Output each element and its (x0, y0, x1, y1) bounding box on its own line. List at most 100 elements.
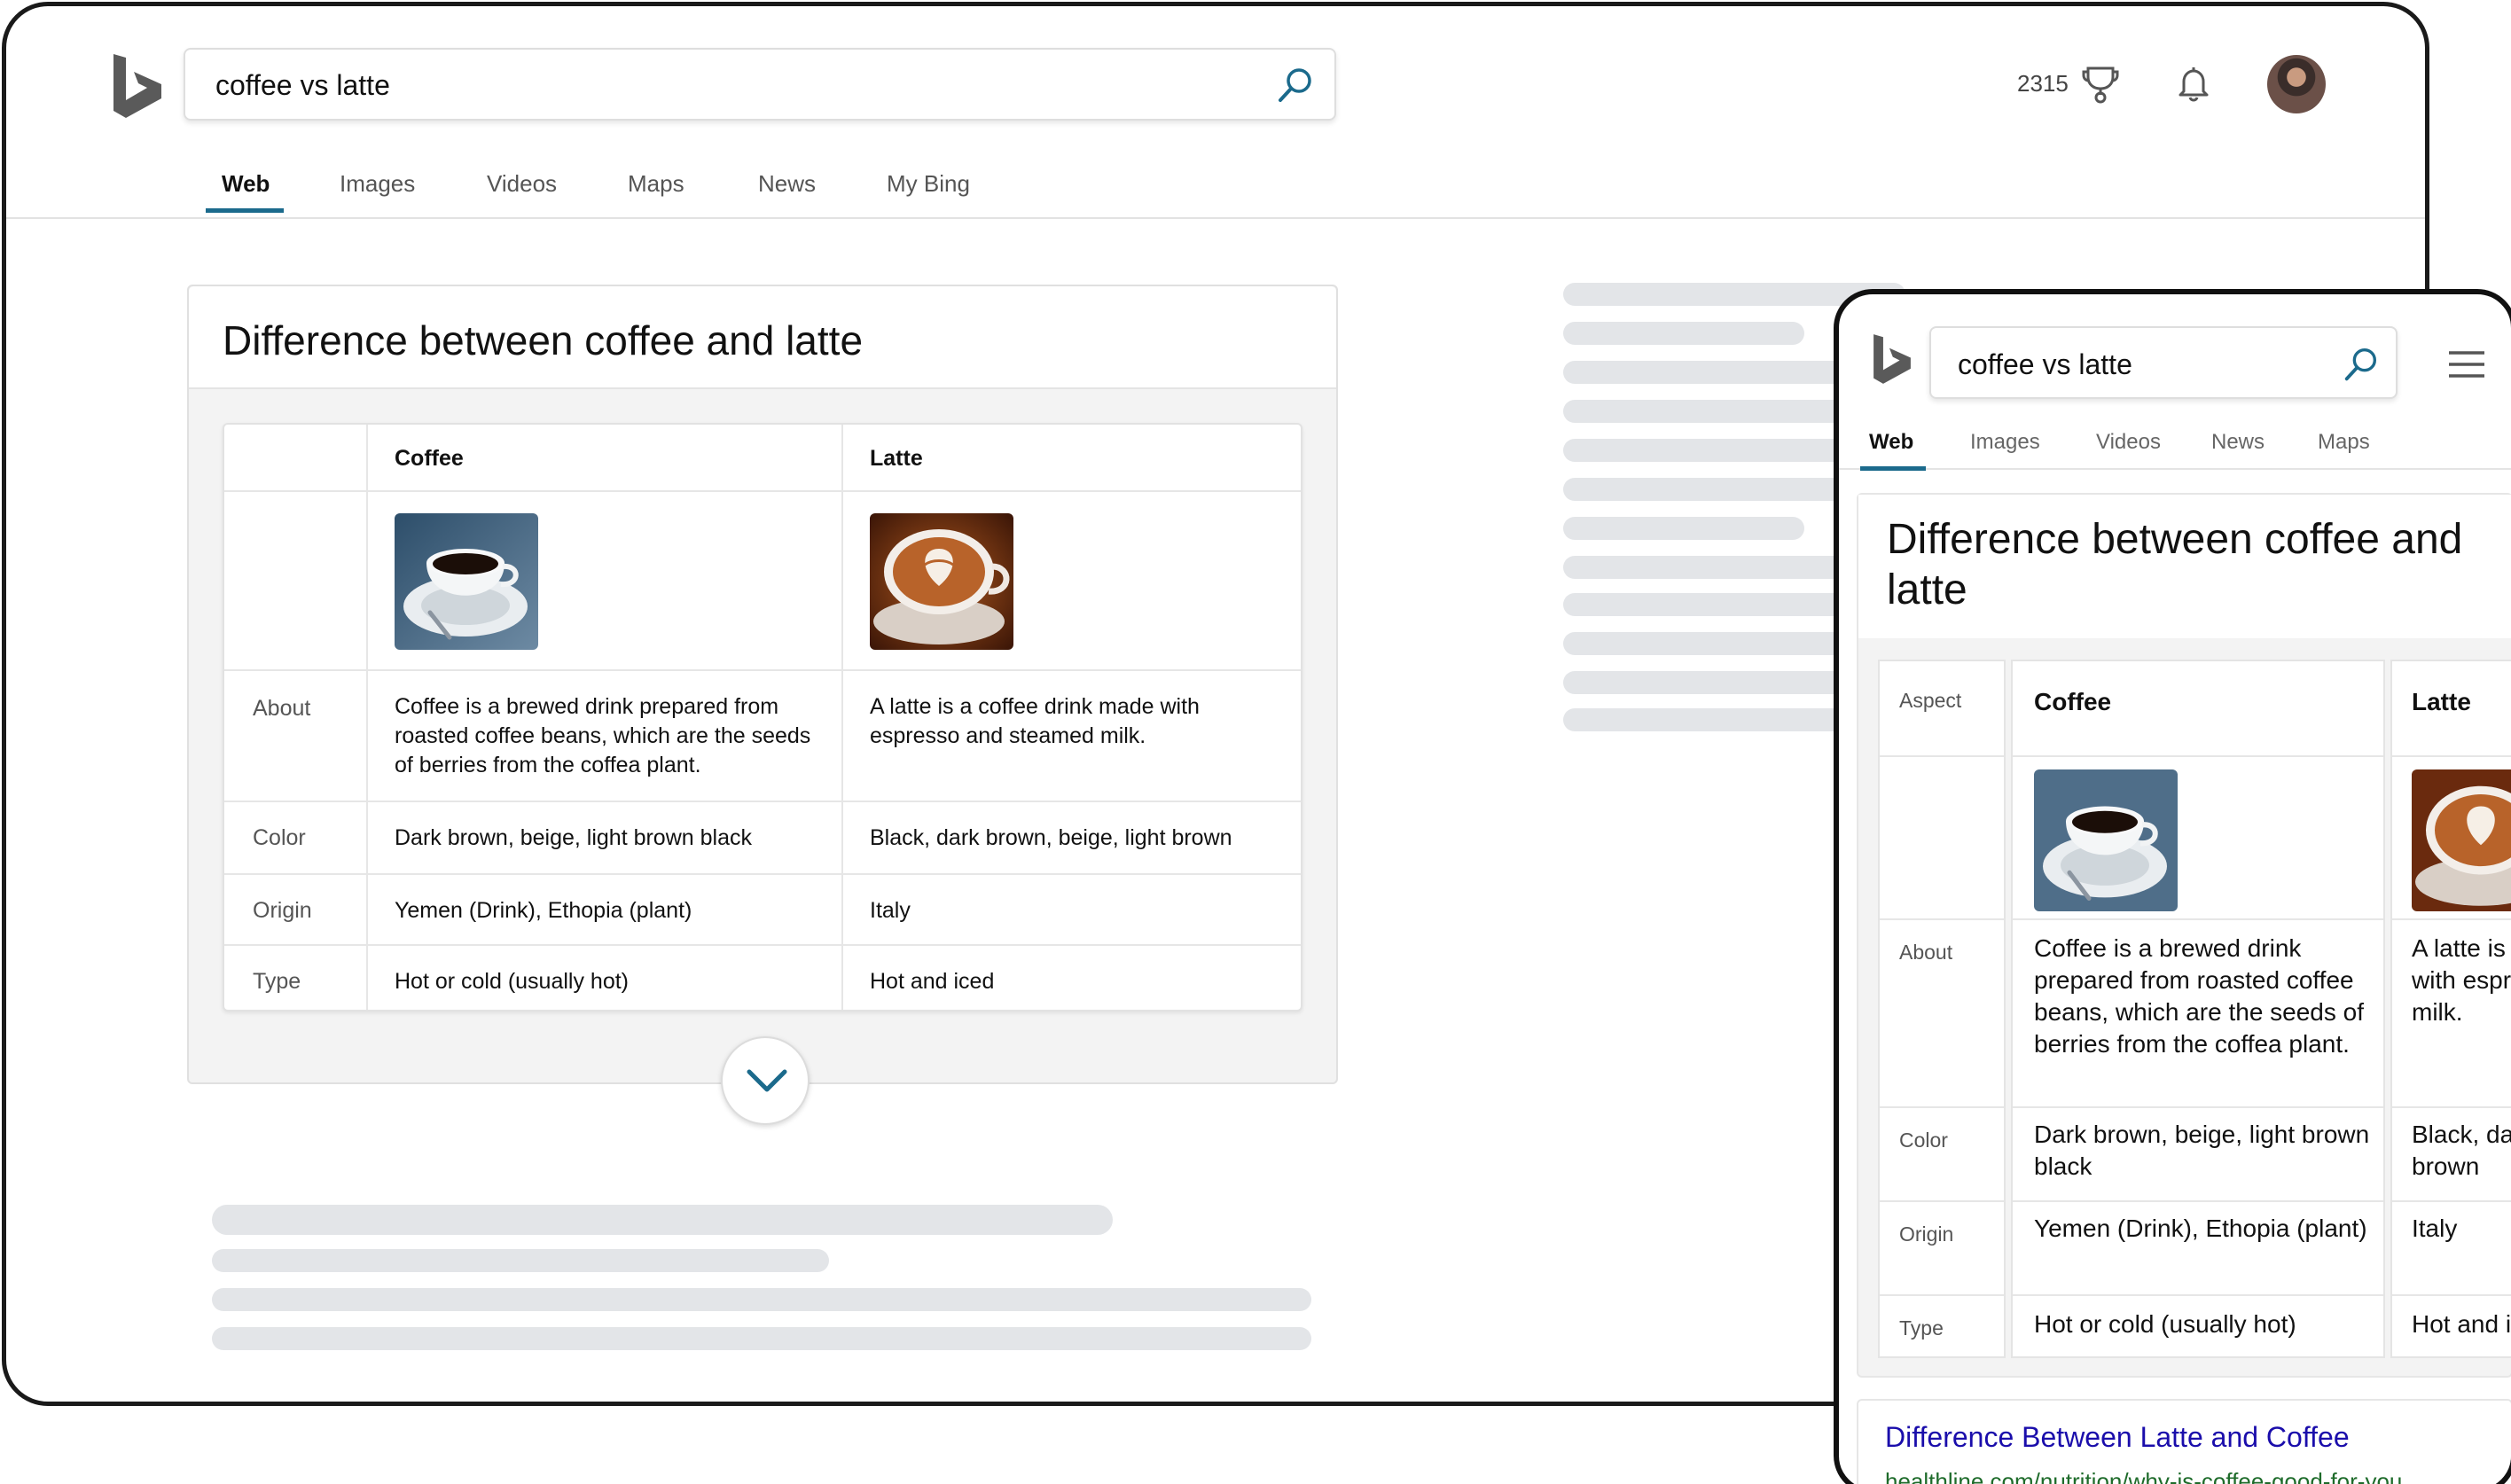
card-header: Difference between coffee and latte (1858, 495, 2511, 638)
tab-maps[interactable]: Maps (628, 169, 684, 198)
tab-news[interactable]: News (758, 169, 816, 198)
row-divider (1880, 1294, 2004, 1296)
about-latte: A latte is a coffee drink made with espr… (2412, 934, 2511, 1026)
type-coffee: Hot or cold (usually hot) (2034, 1310, 2296, 1338)
row-divider (2013, 755, 2383, 757)
tab-news[interactable]: News (2211, 429, 2265, 456)
bing-logo-icon[interactable] (1871, 332, 1913, 387)
tab-web[interactable]: Web (222, 169, 270, 198)
tab-videos[interactable]: Videos (487, 169, 557, 198)
row-divider (2013, 1200, 2383, 1202)
row-label-color: Color (1899, 1129, 1948, 1152)
row-label-type: Type (1899, 1316, 1944, 1340)
color-coffee: Dark brown, beige, light brown black (395, 825, 752, 850)
tab-web[interactable]: Web (1869, 429, 1913, 456)
row-divider (2392, 755, 2511, 757)
row-label-type: Type (253, 969, 301, 994)
about-coffee: Coffee is a brewed drink prepared from r… (395, 694, 811, 777)
active-tab-indicator (1860, 466, 1926, 471)
column-header-latte: Latte (870, 446, 923, 471)
table-header-row: Coffee Latte (224, 425, 1301, 492)
card-title: Difference between coffee and latte (223, 317, 864, 363)
avatar[interactable] (2267, 55, 2326, 113)
result-link[interactable]: Difference Between Latte and Coffee (1885, 1420, 2350, 1454)
active-tab-indicator (206, 208, 284, 213)
latte-image[interactable] (870, 513, 1013, 650)
row-divider (2013, 918, 2383, 920)
search-icon[interactable] (1274, 64, 1317, 106)
column-header-latte: Latte (2412, 688, 2471, 715)
row-divider (2392, 918, 2511, 920)
row-divider (2392, 1294, 2511, 1296)
result-url[interactable]: healthline.com/nutrition/why-is-coffee-g… (1885, 1468, 2402, 1484)
latte-image[interactable] (2412, 769, 2511, 911)
search-box[interactable]: coffee vs latte (1929, 326, 2398, 399)
card-title: Difference between coffee and latte (1887, 516, 2463, 613)
placeholder-line (1563, 517, 1804, 540)
rewards-points[interactable]: 2315 (2017, 70, 2069, 97)
column-header-coffee: Coffee (2034, 688, 2112, 715)
color-coffee: Dark brown, beige, light brown black (2034, 1121, 2370, 1180)
trophy-icon[interactable] (2081, 65, 2120, 104)
coffee-column: Coffee Coffee is a brewed drink prepared… (2011, 660, 2385, 1358)
type-latte: Hot and iced (2412, 1310, 2511, 1338)
comparison-table: Coffee Latte About Coffee is a brewed dr… (223, 423, 1302, 1011)
coffee-image[interactable] (395, 513, 538, 650)
row-divider (1880, 918, 2004, 920)
row-divider (2013, 1106, 2383, 1108)
bing-logo-icon[interactable] (110, 52, 165, 120)
bell-icon[interactable] (2173, 63, 2214, 104)
tab-bar: Web Images Videos Maps News My Bing (6, 155, 2425, 219)
row-divider (2392, 1106, 2511, 1108)
tab-images[interactable]: Images (340, 169, 415, 198)
type-latte: Hot and iced (870, 969, 995, 994)
tab-my-bing[interactable]: My Bing (887, 169, 970, 198)
row-divider (1880, 1106, 2004, 1108)
search-input[interactable]: coffee vs latte (215, 67, 390, 103)
placeholder-line (1563, 322, 1804, 345)
search-box[interactable]: coffee vs latte (184, 48, 1336, 121)
chevron-down-icon (747, 1069, 787, 1092)
placeholder-line (212, 1205, 1113, 1235)
tab-maps[interactable]: Maps (2318, 429, 2370, 456)
row-divider (2013, 1294, 2383, 1296)
aspect-header: Aspect (1899, 689, 1962, 712)
origin-latte: Italy (2412, 1215, 2458, 1242)
mobile-browser-window: coffee vs latte Web Images Videos News M… (1834, 289, 2511, 1484)
row-label-color: Color (253, 825, 306, 850)
table-row-type: Type Hot or cold (usually hot) Hot and i… (224, 946, 1301, 1013)
table-row-about: About Coffee is a brewed drink prepared … (224, 671, 1301, 802)
row-divider (2392, 1200, 2511, 1202)
coffee-image[interactable] (2034, 769, 2178, 911)
row-label-origin: Origin (253, 898, 312, 923)
color-latte: Black, dark brown, beige, light brown (2412, 1121, 2511, 1180)
search-input[interactable]: coffee vs latte (1958, 348, 2132, 381)
color-latte: Black, dark brown, beige, light brown (870, 825, 1232, 850)
table-image-row (224, 492, 1301, 671)
tab-bar: Web Images Videos News Maps (1839, 408, 2511, 471)
origin-coffee: Yemen (Drink), Ethopia (plant) (395, 898, 692, 923)
comparison-card: Difference between coffee and latte Aspe… (1857, 493, 2511, 1378)
row-label-origin: Origin (1899, 1222, 1954, 1246)
table-row-color: Color Dark brown, beige, light brown bla… (224, 802, 1301, 875)
card-header: Difference between coffee and latte (189, 286, 1336, 389)
column-header-coffee: Coffee (395, 446, 464, 471)
row-divider (1880, 1200, 2004, 1202)
placeholder-line (212, 1288, 1311, 1311)
placeholder-line (212, 1249, 829, 1272)
about-latte: A latte is a coffee drink made with espr… (870, 694, 1200, 748)
comparison-table: Aspect About Color Origin Type Coffee Co… (1878, 660, 2511, 1358)
origin-coffee: Yemen (Drink), Ethopia (plant) (2034, 1215, 2367, 1242)
tab-images[interactable]: Images (1970, 429, 2040, 456)
aspect-column: Aspect About Color Origin Type (1878, 660, 2006, 1358)
expand-button[interactable] (721, 1036, 810, 1125)
table-row-origin: Origin Yemen (Drink), Ethopia (plant) It… (224, 875, 1301, 946)
tab-videos[interactable]: Videos (2096, 429, 2161, 456)
about-coffee: Coffee is a brewed drink prepared from r… (2034, 934, 2365, 1058)
search-icon[interactable] (2341, 344, 2382, 385)
placeholder-line (212, 1327, 1311, 1350)
row-divider (1880, 755, 2004, 757)
latte-column: Latte A latte is a coffee drink made wit… (2390, 660, 2511, 1358)
origin-latte: Italy (870, 898, 911, 923)
hamburger-menu-icon[interactable] (2447, 349, 2486, 379)
